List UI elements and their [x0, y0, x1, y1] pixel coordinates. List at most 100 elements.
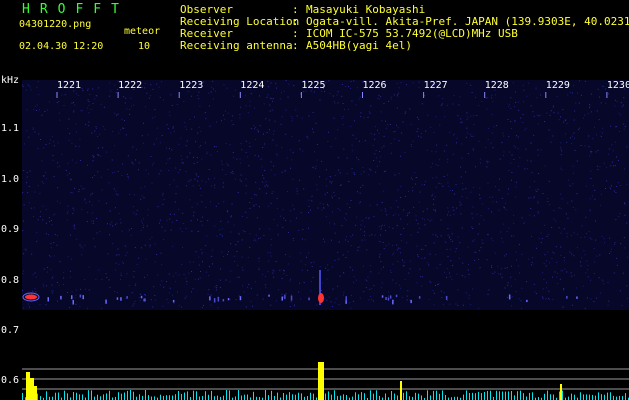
noise-pixel — [569, 92, 571, 93]
noise-pixel — [378, 98, 380, 100]
noise-pixel — [317, 207, 319, 209]
noise-pixel — [491, 114, 493, 116]
carrier-dot — [284, 294, 286, 300]
noise-pixel — [198, 126, 200, 128]
noise-pixel — [292, 152, 294, 154]
noise-pixel — [117, 194, 119, 196]
noise-pixel — [73, 225, 75, 227]
noise-pixel — [249, 146, 251, 147]
noise-pixel — [335, 298, 337, 300]
noise-pixel — [49, 143, 51, 145]
noise-pixel — [462, 262, 464, 264]
noise-pixel — [105, 202, 107, 204]
noise-pixel — [369, 112, 371, 114]
noise-pixel — [221, 120, 222, 122]
noise-pixel — [140, 247, 142, 249]
noise-pixel — [175, 167, 177, 169]
noise-pixel — [147, 214, 149, 216]
noise-floor-bar — [625, 393, 626, 400]
noise-pixel — [566, 122, 568, 124]
noise-pixel — [503, 155, 504, 157]
noise-pixel — [67, 162, 69, 164]
noise-pixel — [241, 266, 243, 268]
noise-floor-bar — [247, 394, 248, 400]
y-axis-unit: kHz — [1, 75, 20, 86]
noise-pixel — [44, 111, 46, 112]
noise-pixel — [496, 125, 498, 127]
noise-pixel — [510, 285, 512, 287]
noise-pixel — [91, 220, 93, 222]
noise-pixel — [447, 174, 449, 176]
noise-pixel — [491, 97, 493, 99]
noise-pixel — [285, 254, 287, 256]
noise-pixel — [285, 219, 287, 221]
noise-pixel — [92, 87, 94, 89]
noise-pixel — [32, 128, 34, 130]
noise-pixel — [537, 200, 539, 202]
noise-pixel — [521, 217, 523, 219]
noise-pixel — [22, 230, 24, 232]
noise-pixel — [374, 234, 376, 236]
noise-pixel — [45, 222, 47, 224]
noise-pixel — [285, 293, 287, 295]
noise-pixel — [156, 254, 158, 255]
noise-pixel — [400, 287, 401, 289]
noise-pixel — [225, 173, 227, 175]
noise-pixel — [440, 104, 442, 106]
noise-pixel — [349, 302, 351, 304]
noise-pixel — [292, 179, 294, 180]
noise-pixel — [589, 105, 591, 107]
noise-pixel — [396, 249, 398, 251]
noise-pixel — [610, 165, 612, 167]
noise-pixel — [563, 121, 565, 123]
noise-floor-bar — [418, 393, 419, 400]
carrier-dot — [209, 296, 211, 301]
noise-pixel — [390, 272, 392, 273]
noise-pixel — [302, 150, 304, 152]
noise-pixel — [59, 202, 61, 204]
noise-pixel — [560, 154, 562, 156]
noise-pixel — [321, 289, 322, 291]
carrier-dot — [82, 295, 84, 300]
noise-floor-bar — [46, 391, 47, 400]
noise-pixel — [75, 162, 77, 164]
noise-pixel — [448, 272, 450, 274]
noise-floor-bar — [571, 393, 572, 400]
noise-pixel — [510, 297, 512, 299]
noise-floor-bar — [121, 393, 122, 400]
noise-pixel — [249, 142, 251, 144]
noise-pixel — [87, 88, 89, 90]
noise-pixel — [154, 243, 156, 245]
noise-pixel — [419, 268, 421, 270]
noise-pixel — [605, 188, 606, 189]
noise-pixel — [162, 203, 164, 205]
noise-pixel — [341, 95, 343, 97]
noise-pixel — [208, 92, 210, 94]
carrier-dot — [281, 296, 283, 301]
noise-pixel — [266, 184, 268, 186]
noise-floor-bar — [163, 395, 164, 400]
noise-pixel — [394, 131, 396, 133]
noise-pixel — [427, 114, 429, 116]
noise-pixel — [384, 171, 386, 172]
noise-floor-bar — [589, 394, 590, 400]
noise-pixel — [600, 102, 602, 104]
noise-pixel — [212, 80, 214, 82]
noise-pixel — [473, 115, 475, 117]
noise-pixel — [292, 117, 294, 119]
noise-floor-bar — [166, 395, 167, 400]
noise-pixel — [452, 103, 454, 105]
noise-pixel — [219, 233, 221, 235]
noise-floor-bar — [379, 395, 380, 400]
noise-floor-bar — [550, 394, 551, 400]
noise-pixel — [245, 105, 247, 107]
noise-pixel — [362, 167, 364, 169]
noise-pixel — [249, 207, 251, 209]
noise-pixel — [131, 162, 133, 164]
noise-pixel — [530, 208, 532, 209]
noise-pixel — [156, 138, 158, 140]
noise-pixel — [417, 231, 419, 233]
noise-pixel — [152, 117, 154, 119]
noise-pixel — [103, 106, 105, 108]
noise-floor-bar — [286, 394, 287, 400]
